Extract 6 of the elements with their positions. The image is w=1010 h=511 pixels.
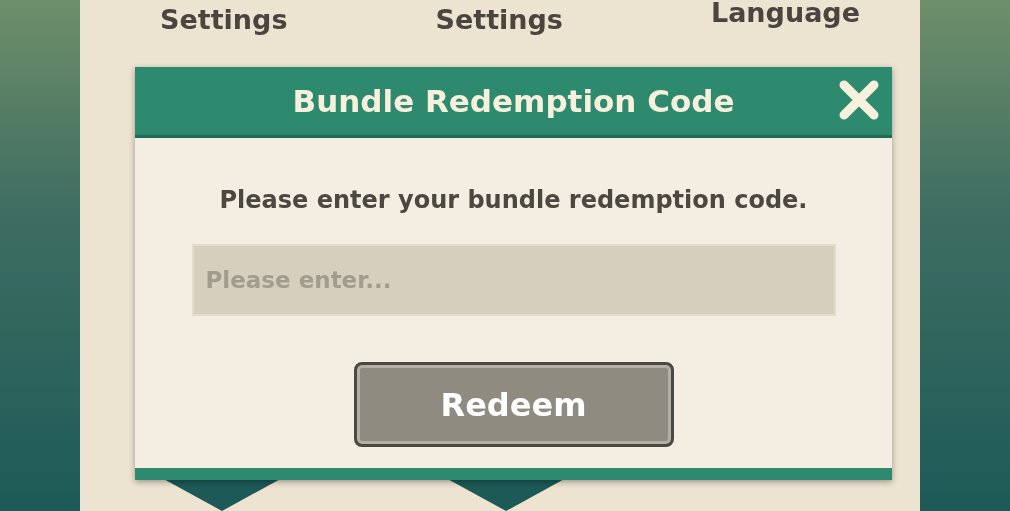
tab-label[interactable]: Settings	[435, 0, 563, 40]
close-icon[interactable]	[838, 79, 880, 121]
tab-label[interactable]: Language	[710, 0, 860, 26]
dialog-title: Bundle Redemption Code	[292, 83, 735, 119]
prompt-text: Please enter your bundle redemption code.	[219, 186, 808, 214]
tab-label[interactable]: Settings	[160, 0, 288, 40]
